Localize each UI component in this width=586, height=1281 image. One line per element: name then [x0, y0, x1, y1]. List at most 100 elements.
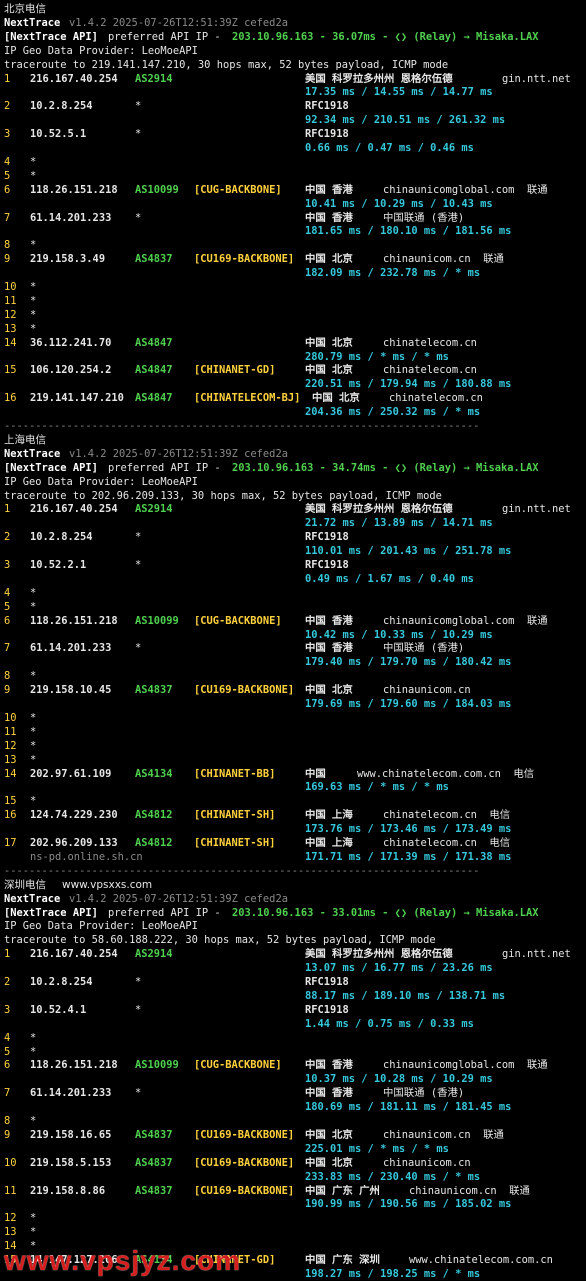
terminal-text: 3 — [4, 128, 11, 141]
terminal-text: 14 — [4, 767, 17, 780]
terminal-text: 10.52.2.1 — [30, 559, 87, 571]
terminal-text: chinatelecom.cn 电信 — [383, 809, 511, 822]
terminal-text: 61.14.201.233 — [30, 642, 112, 655]
terminal-text: www.chinatelecom.com.cn — [409, 1254, 553, 1266]
terminal-text: 3 — [4, 1003, 11, 1016]
terminal-line: 6 118.26.151.218 AS10099 [CUG-BACKBONE] 中国 香… — [0, 614, 586, 628]
terminal-text: 中国 香港 — [305, 642, 353, 655]
terminal-text: 中国 北京 — [305, 364, 353, 377]
terminal-text: 6 — [4, 183, 11, 196]
terminal-text: 118.26.151.218 — [30, 1059, 118, 1072]
terminal-text: 216.167.40.254 — [30, 948, 118, 961]
terminal-text: 北京电信 — [4, 3, 46, 15]
terminal-text: 中国联通 (香港) — [383, 1087, 465, 1100]
terminal-line: 181.65 ms / 180.10 ms / 181.56 ms — [0, 224, 586, 238]
terminal-text: ns-pd.online.sh.cn — [30, 850, 143, 863]
terminal-line: 9 219.158.16.65 AS4837 [CU169-BACKBONE] 中国 北… — [0, 1128, 586, 1142]
terminal-line: IP Geo Data Provider: LeoMoeAPI — [0, 44, 586, 58]
terminal-text: 6 — [4, 1059, 11, 1072]
terminal-text: 8 — [4, 1115, 11, 1127]
terminal-text: 61.14.201.233 — [30, 211, 112, 224]
terminal-line: 182.09 ms / 232.78 ms / * ms — [0, 266, 586, 280]
terminal-text: 92.34 ms / 210.51 ms / 261.32 ms — [305, 114, 506, 127]
terminal-line: 12 * — [0, 308, 586, 322]
terminal-text: 280.79 ms / * ms / * ms — [305, 350, 449, 363]
terminal-text: 中国 — [305, 767, 326, 780]
terminal-line: ns-pd.online.sh.cn 171.71 ms / 171.39 ms … — [0, 850, 586, 864]
terminal-text: AS4837 — [135, 684, 173, 697]
terminal-text: 16 — [4, 809, 17, 822]
terminal-text: AS2914 — [135, 503, 173, 516]
terminal-text: RFC1918 — [305, 559, 349, 571]
terminal-text: AS2914 — [135, 72, 173, 85]
terminal-text: 13.07 ms / 16.77 ms / 23.26 ms — [305, 962, 493, 975]
terminal-text: 118.26.151.218 — [30, 614, 118, 627]
terminal-text: chinaunicom.cn — [383, 1156, 471, 1169]
terminal-text: AS4837 — [135, 1184, 173, 1197]
terminal-text: 9 — [4, 253, 11, 266]
terminal-line: 9 219.158.3.49 AS4837 [CU169-BACKBONE] 中国 北京… — [0, 252, 586, 266]
terminal-text: RFC1918 — [305, 128, 349, 141]
terminal-text: 118.26.151.218 — [30, 183, 118, 196]
terminal-line: 233.83 ms / 230.40 ms / * ms — [0, 1170, 586, 1184]
terminal-line: IP Geo Data Provider: LeoMoeAPI — [0, 919, 586, 933]
terminal-line: 13 * — [0, 322, 586, 336]
terminal-text: * — [30, 322, 37, 335]
terminal-line: 2 10.2.8.254 * RFC1918 — [0, 975, 586, 989]
terminal-text: AS4837 — [135, 253, 173, 266]
terminal-text: NextTrace — [4, 447, 61, 460]
terminal-text: 219.158.8.86 — [30, 1184, 106, 1197]
terminal-text: [CHINANET-GD] — [194, 364, 276, 377]
terminal-text: 中国 上海 — [305, 809, 353, 822]
terminal-line: 179.40 ms / 179.70 ms / 180.42 ms — [0, 655, 586, 669]
terminal-text: 中国 广东 深圳 — [305, 1254, 380, 1266]
terminal-text: AS10099 — [135, 1059, 179, 1072]
terminal-line: 3 10.52.4.1 * RFC1918 — [0, 1003, 586, 1017]
terminal-text: www.vpsxxs.com — [62, 878, 153, 891]
terminal-text: 61.14.201.233 — [30, 1087, 112, 1100]
terminal-text: 中国 北京 — [305, 253, 353, 266]
terminal-text: * — [30, 739, 37, 752]
terminal-text: 1 — [4, 72, 11, 85]
terminal-text: IP Geo Data Provider: LeoMoeAPI — [4, 475, 198, 488]
terminal-line: 190.99 ms / 190.56 ms / 185.02 ms — [0, 1197, 586, 1211]
terminal-line: 10.37 ms / 10.28 ms / 10.29 ms — [0, 1072, 586, 1086]
terminal-text: chinaunicom.cn 联通 — [383, 1128, 504, 1141]
terminal-line: 5 * — [0, 169, 586, 183]
terminal-text: * — [135, 1003, 142, 1016]
terminal-text: * — [135, 128, 142, 141]
terminal-text: 8 — [4, 239, 11, 252]
terminal-text: 中国 广东 广州 — [305, 1184, 380, 1197]
terminal-text: * — [30, 1045, 37, 1058]
terminal-text: ----------------------------------------… — [4, 420, 480, 432]
terminal-text: 7 — [4, 211, 11, 224]
terminal-text: [NextTrace API] — [4, 906, 98, 919]
terminal-text: 190.99 ms / 190.56 ms / 185.02 ms — [305, 1198, 512, 1211]
terminal-line: 17.35 ms / 14.55 ms / 14.77 ms — [0, 85, 586, 99]
terminal-text: v1.4.2 2025-07-26T12:51:39Z cefed2a — [69, 16, 288, 29]
terminal-text: traceroute to 202.96.209.133, 30 hops ma… — [4, 489, 442, 502]
terminal-line: 7 61.14.201.233 * 中国 香港 中国联通 (香港) — [0, 1086, 586, 1100]
terminal-text: 中国联通 (香港) — [383, 211, 465, 224]
terminal-text: 15 — [4, 795, 17, 808]
terminal-text: * — [135, 976, 142, 988]
terminal-line: 2 10.2.8.254 * RFC1918 — [0, 99, 586, 113]
terminal-text: preferred API IP - — [108, 906, 221, 919]
terminal-text: RFC1918 — [305, 1003, 349, 1016]
terminal-text: * — [30, 1212, 37, 1225]
terminal-text: AS2914 — [135, 948, 173, 961]
terminal-text: ----------------------------------------… — [4, 864, 480, 877]
terminal-line: 220.51 ms / 179.94 ms / 180.88 ms — [0, 377, 586, 391]
terminal-text: 10 — [4, 1156, 17, 1169]
terminal-text: 中国 香港 — [305, 614, 353, 627]
terminal-line: 11 219.158.8.86 AS4837 [CU169-BACKBONE] 中国 广… — [0, 1184, 586, 1198]
terminal-text: 7 — [4, 1087, 11, 1100]
terminal-line: traceroute to 58.60.188.222, 30 hops max… — [0, 933, 586, 947]
terminal-line: 12 * — [0, 1211, 586, 1225]
terminal-text: [CUG-BACKBONE] — [194, 183, 282, 196]
terminal-text: 中国 上海 — [305, 837, 353, 849]
terminal-text: 4 — [4, 586, 11, 599]
terminal-line: 15 106.120.254.2 AS4847 [CHINANET-GD] 中国 北京 c… — [0, 363, 586, 377]
terminal-text: 3 — [4, 559, 11, 571]
terminal-text: gin.ntt.net — [502, 503, 571, 516]
